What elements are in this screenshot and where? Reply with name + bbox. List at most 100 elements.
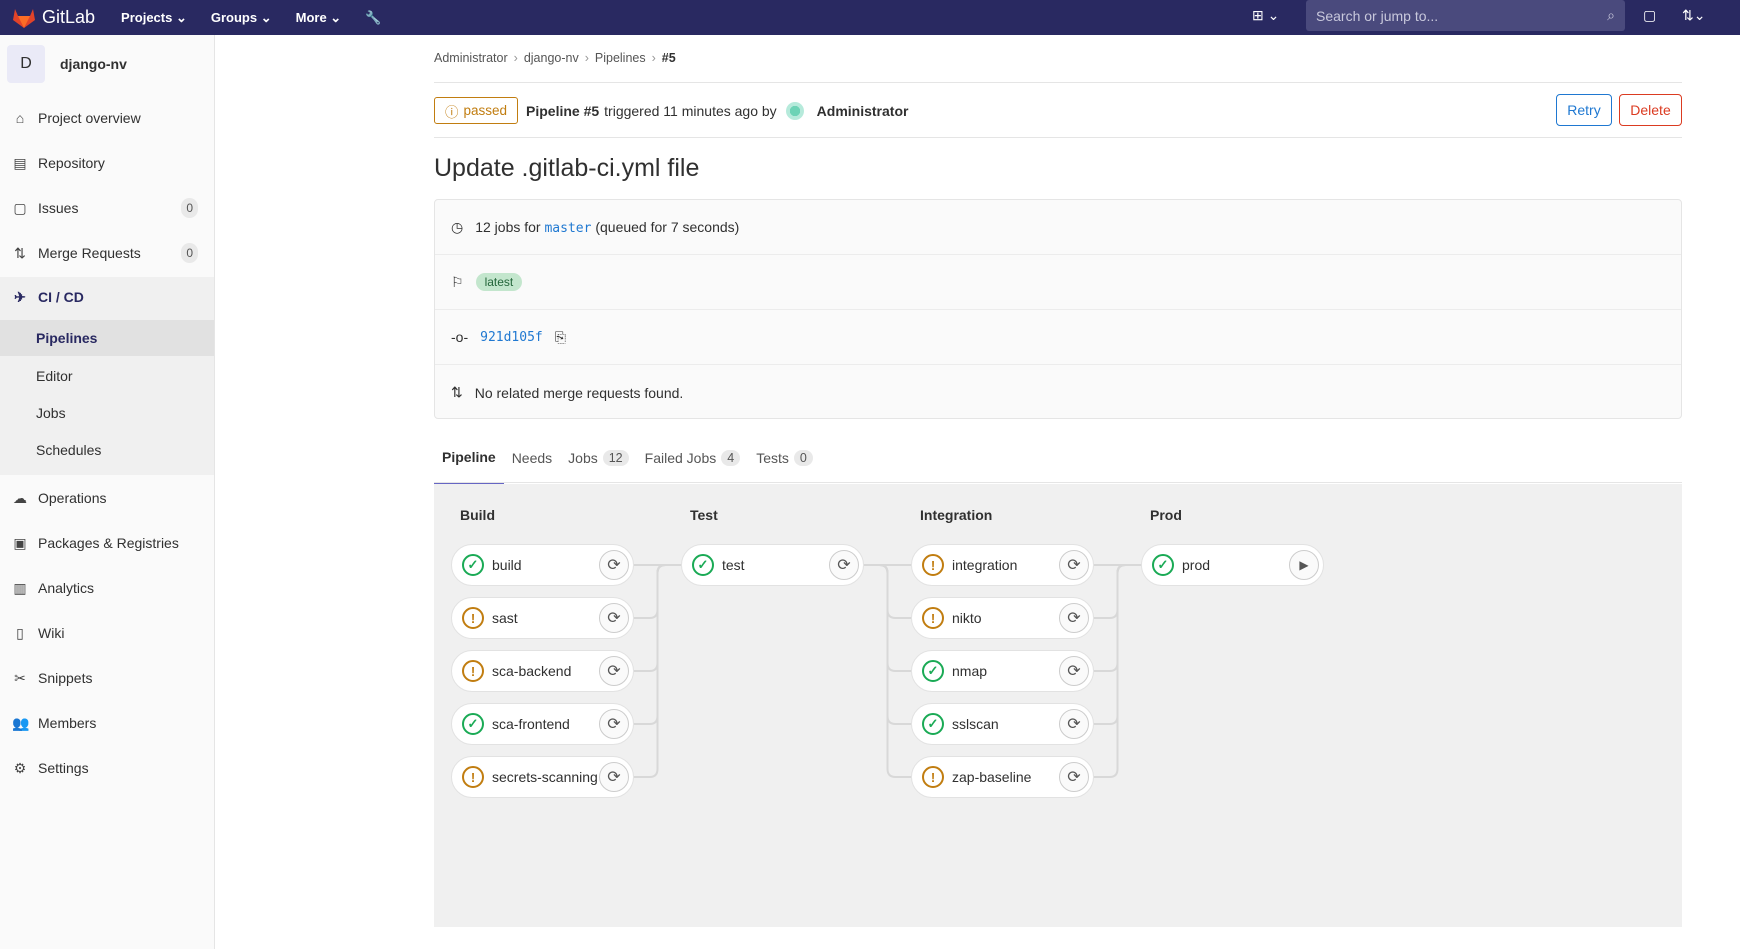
sidebar: D django-nv ⌂ Project overview ▤ Repositor… bbox=[0, 35, 215, 949]
sidebar-sub-pipelines[interactable]: Pipelines bbox=[0, 320, 214, 356]
gear-icon: ⚙ bbox=[13, 759, 27, 776]
job-test[interactable]: ✓ test ⟳ bbox=[681, 544, 864, 586]
sidebar-item-label: Analytics bbox=[38, 580, 95, 596]
sidebar-project[interactable]: D django-nv bbox=[7, 45, 127, 83]
sidebar-item-settings[interactable]: ⚙ Settings bbox=[0, 750, 214, 786]
sidebar-item-members[interactable]: 👥 Members bbox=[0, 705, 214, 741]
search-icon: ⌕ bbox=[1607, 7, 1615, 23]
sidebar-item-packages[interactable]: ▣ Packages & Registries bbox=[0, 525, 214, 561]
nav-projects[interactable]: Projects ⌄ bbox=[121, 10, 187, 26]
sidebar-item-merge-requests[interactable]: ⇅ Merge Requests 0 bbox=[0, 235, 214, 271]
branch-link[interactable]: master bbox=[544, 221, 591, 236]
job-secrets-scanning[interactable]: ! secrets-scanning ⟳ bbox=[451, 756, 634, 798]
nav-groups[interactable]: Groups ⌄ bbox=[211, 10, 272, 26]
tab-tests[interactable]: Tests 0 bbox=[748, 446, 821, 485]
sidebar-item-analytics[interactable]: ▥ Analytics bbox=[0, 570, 214, 606]
mr-text: No related merge requests found. bbox=[474, 384, 684, 401]
job-name: secrets-scanning bbox=[492, 769, 598, 785]
sidebar-item-operations[interactable]: ☁ Operations bbox=[0, 480, 214, 516]
user-avatar bbox=[785, 102, 804, 120]
status-warning-icon: ! bbox=[462, 660, 484, 682]
tab-jobs[interactable]: Jobs 12 bbox=[560, 446, 636, 485]
retry-icon[interactable]: ⟳ bbox=[599, 709, 629, 739]
nav-more[interactable]: More ⌄ bbox=[296, 10, 342, 26]
retry-button[interactable]: Retry bbox=[1556, 94, 1612, 126]
job-sca-frontend[interactable]: ✓ sca-frontend ⟳ bbox=[451, 703, 634, 745]
top-navbar: GitLab Projects ⌄ Groups ⌄ More ⌄ 🔧 ⊞ ⌄ … bbox=[0, 0, 1740, 35]
play-icon[interactable]: ▶ bbox=[1289, 550, 1319, 580]
status-text: passed bbox=[463, 103, 508, 118]
copy-icon[interactable]: ⎘ bbox=[555, 329, 566, 346]
pipeline-info-box: ◷ 12 jobs for master (queued for 7 second… bbox=[434, 199, 1682, 419]
retry-icon[interactable]: ⟳ bbox=[599, 550, 629, 580]
status-warning-icon: ! bbox=[922, 607, 944, 629]
sidebar-item-label: CI / CD bbox=[38, 289, 84, 305]
retry-icon[interactable]: ⟳ bbox=[599, 603, 629, 633]
retry-icon[interactable]: ⟳ bbox=[599, 656, 629, 686]
tab-needs[interactable]: Needs bbox=[504, 446, 560, 485]
retry-icon[interactable]: ⟳ bbox=[599, 762, 629, 792]
sidebar-item-ci-cd[interactable]: ✈ CI / CD bbox=[0, 279, 214, 315]
retry-icon[interactable]: ⟳ bbox=[1059, 709, 1089, 739]
sidebar-item-snippets[interactable]: ✂ Snippets bbox=[0, 660, 214, 696]
job-nikto[interactable]: ! nikto ⟳ bbox=[911, 597, 1094, 639]
sidebar-item-label: Members bbox=[38, 715, 97, 731]
scissors-icon: ✂ bbox=[14, 669, 26, 686]
job-prod[interactable]: ✓ prod ▶ bbox=[1141, 544, 1324, 586]
home-icon: ⌂ bbox=[15, 110, 25, 126]
status-warning-icon: ! bbox=[922, 766, 944, 788]
clock-icon: ◷ bbox=[451, 218, 464, 235]
sidebar-item-issues[interactable]: ▢ Issues 0 bbox=[0, 190, 214, 226]
crumb-project[interactable]: django-nv bbox=[524, 51, 579, 65]
status-badge[interactable]: ⓘ passed bbox=[434, 97, 519, 124]
new-plus-icon[interactable]: ⊞ ⌄ bbox=[1252, 7, 1279, 24]
sidebar-sub-schedules[interactable]: Schedules bbox=[0, 432, 214, 468]
job-integration[interactable]: ! integration ⟳ bbox=[911, 544, 1094, 586]
job-zap-baseline[interactable]: ! zap-baseline ⟳ bbox=[911, 756, 1094, 798]
sidebar-item-label: Project overview bbox=[38, 110, 141, 126]
crumb-administrator[interactable]: Administrator bbox=[434, 51, 508, 65]
job-name: prod bbox=[1182, 557, 1211, 573]
crumb-pipelines[interactable]: Pipelines bbox=[595, 51, 646, 65]
user-link[interactable]: Administrator bbox=[817, 103, 909, 119]
commit-link[interactable]: 921d105f bbox=[480, 330, 543, 345]
tab-pipeline[interactable]: Pipeline bbox=[434, 446, 504, 485]
tab-label: Pipeline bbox=[442, 449, 496, 465]
retry-icon[interactable]: ⟳ bbox=[829, 550, 859, 580]
gitlab-logo[interactable]: GitLab bbox=[12, 7, 95, 29]
divider bbox=[434, 82, 1682, 83]
stage-header: Test bbox=[690, 507, 718, 523]
sidebar-item-wiki[interactable]: ▯ Wiki bbox=[0, 615, 214, 651]
job-name: sca-frontend bbox=[492, 716, 570, 732]
sidebar-sub-editor[interactable]: Editor bbox=[0, 358, 214, 394]
crumb-current[interactable]: #5 bbox=[662, 51, 676, 65]
job-nmap[interactable]: ✓ nmap ⟳ bbox=[911, 650, 1094, 692]
tag-row: ⚐ latest bbox=[435, 255, 1681, 310]
mr-count: 0 bbox=[181, 243, 198, 263]
retry-icon[interactable]: ⟳ bbox=[1059, 550, 1089, 580]
mr-row: ⇅ No related merge requests found. bbox=[435, 365, 1681, 420]
sidebar-item-repository[interactable]: ▤ Repository bbox=[0, 145, 214, 181]
sidebar-item-project-overview[interactable]: ⌂ Project overview bbox=[0, 100, 214, 136]
job-sslscan[interactable]: ✓ sslscan ⟳ bbox=[911, 703, 1094, 745]
sidebar-item-label: Settings bbox=[38, 760, 89, 776]
delete-button[interactable]: Delete bbox=[1619, 94, 1682, 126]
sidebar-sub-jobs[interactable]: Jobs bbox=[0, 395, 214, 431]
job-sca-backend[interactable]: ! sca-backend ⟳ bbox=[451, 650, 634, 692]
project-name: django-nv bbox=[60, 56, 127, 72]
job-name: sslscan bbox=[952, 716, 999, 732]
issues-icon[interactable]: ▢ bbox=[1643, 7, 1656, 24]
job-build[interactable]: ✓ build ⟳ bbox=[451, 544, 634, 586]
status-success-icon: ✓ bbox=[1152, 554, 1174, 576]
stage-header: Prod bbox=[1150, 507, 1182, 523]
retry-icon[interactable]: ⟳ bbox=[1059, 762, 1089, 792]
issues-icon: ▢ bbox=[13, 199, 27, 216]
retry-icon[interactable]: ⟳ bbox=[1059, 656, 1089, 686]
tab-failed-jobs[interactable]: Failed Jobs 4 bbox=[637, 446, 749, 485]
pipeline-id: Pipeline #5 bbox=[526, 103, 600, 119]
search-input[interactable]: Search or jump to... ⌕ bbox=[1306, 0, 1625, 31]
job-sast[interactable]: ! sast ⟳ bbox=[451, 597, 634, 639]
retry-icon[interactable]: ⟳ bbox=[1059, 603, 1089, 633]
admin-wrench-icon[interactable]: 🔧 bbox=[365, 10, 381, 26]
merge-request-icon[interactable]: ⇅⌄ bbox=[1682, 7, 1705, 24]
